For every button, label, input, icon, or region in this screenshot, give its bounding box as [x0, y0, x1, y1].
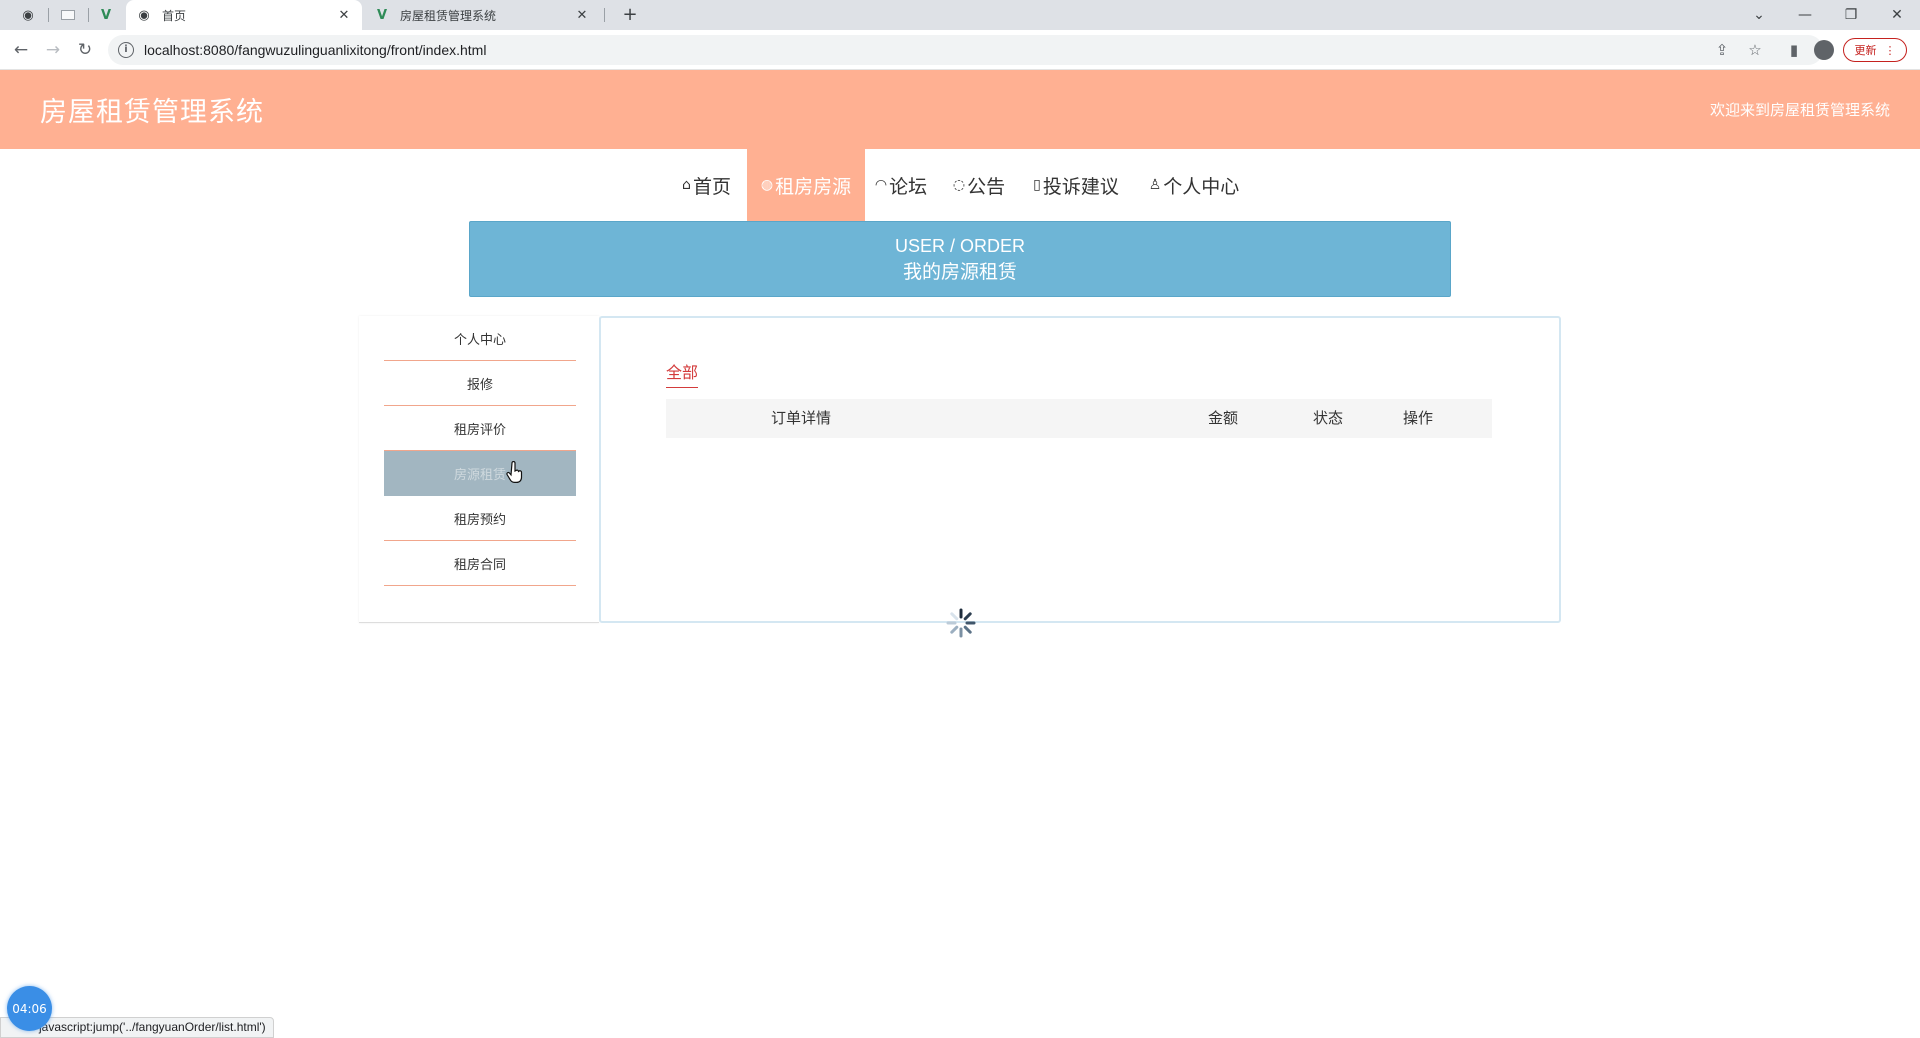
order-table-header: 订单详情 金额 状态 操作 [666, 399, 1492, 438]
url-text[interactable]: localhost:8080/fangwuzulinguanlixitong/f… [144, 42, 486, 58]
forward-button[interactable]: → [40, 38, 66, 62]
minimize-button[interactable]: — [1782, 0, 1828, 30]
nav-announcements[interactable]: ◌ 公告 [948, 149, 1010, 221]
vue-logo-icon[interactable]: V [92, 5, 120, 25]
user-sidebar: 个人中心 报修 租房评价 房源租赁 租房预约 租房合同 [359, 316, 599, 623]
page-banner: USER / ORDER 我的房源租赁 [469, 221, 1451, 297]
file-icon: ▯ [1033, 177, 1041, 193]
home-icon: ⌂ [682, 177, 691, 193]
filter-tab-all[interactable]: 全部 [666, 359, 699, 388]
hand-cursor-icon [506, 461, 523, 483]
address-bar: ← → ↻ i localhost:8080/fangwuzulinguanli… [0, 30, 1920, 70]
tab-separator [88, 8, 89, 22]
nav-label: 租房房源 [775, 175, 852, 198]
dashboard-icon: ◠ [874, 177, 888, 193]
recording-timer-badge[interactable]: 04:06 [7, 986, 52, 1031]
banner-english-title: USER / ORDER [894, 236, 1026, 256]
nav-rental-listings[interactable]: ◍ 租房房源 [747, 149, 865, 221]
globe-icon: ◉ [138, 7, 150, 23]
tab-title: 房屋租赁管理系统 [400, 8, 497, 23]
sidebar-item-rental-review[interactable]: 租房评价 [384, 406, 576, 451]
welcome-text: 欢迎来到房屋租赁管理系统 [1709, 101, 1890, 119]
nav-label: 公告 [967, 175, 1006, 198]
column-header-status: 状态 [1313, 409, 1344, 427]
update-label: 更新 [1854, 44, 1877, 57]
nav-forum[interactable]: ◠ 论坛 [870, 149, 932, 221]
tab-system[interactable]: V 房屋租赁管理系统 ✕ [364, 0, 600, 30]
globe-icon[interactable]: ◉ [14, 5, 42, 25]
sidebar-item-personal-center[interactable]: 个人中心 [384, 316, 576, 361]
nav-personal-center[interactable]: ♙ 个人中心 [1144, 149, 1244, 221]
tab-separator [48, 8, 49, 22]
new-tab-button[interactable]: + [618, 4, 642, 26]
window-close-button[interactable]: ✕ [1874, 0, 1920, 30]
sidebar-item-label: 报修 [466, 377, 493, 393]
vue-logo-icon: V [376, 7, 388, 23]
sidebar-item-listing-rental[interactable]: 房源租赁 [384, 451, 576, 496]
sidebar-item-label: 租房评价 [453, 422, 506, 438]
column-header-actions: 操作 [1403, 409, 1434, 427]
nav-home[interactable]: ⌂ 首页 [673, 149, 740, 221]
main-nav: ⌂ 首页 ◍ 租房房源 ◠ 论坛 ◌ 公告 ▯ 投诉建议 ♙ 个人中心 [0, 149, 1920, 221]
bookmark-star-icon[interactable]: ☆ [1745, 40, 1765, 60]
nav-label: 投诉建议 [1042, 175, 1119, 198]
url-input[interactable]: i localhost:8080/fangwuzulinguanlixitong… [108, 35, 1823, 65]
site-title: 房屋租赁管理系统 [40, 97, 264, 128]
column-header-order-details: 订单详情 [771, 409, 832, 427]
tab-title: 首页 [162, 8, 187, 23]
sidebar-item-label: 租房合同 [453, 557, 506, 573]
sidebar-item-repair[interactable]: 报修 [384, 361, 576, 406]
side-panel-icon[interactable]: ▮ [1784, 40, 1804, 60]
site-info-icon[interactable]: i [118, 42, 134, 58]
tab-separator [604, 8, 605, 22]
loading-spinner-icon [946, 608, 976, 638]
close-icon[interactable]: ✕ [336, 8, 352, 23]
more-menu-icon: ⋮ [1884, 43, 1896, 57]
sidebar-item-rental-appointment[interactable]: 租房预约 [384, 496, 576, 541]
tab-search-icon[interactable]: ⌄ [1736, 0, 1782, 30]
nav-label: 个人中心 [1163, 175, 1240, 198]
sidebar-item-label: 个人中心 [453, 332, 506, 348]
banner-chinese-title: 我的房源租赁 [902, 261, 1017, 283]
column-header-amount: 金额 [1208, 409, 1239, 427]
reload-button[interactable]: ↻ [72, 38, 98, 62]
nav-complaints[interactable]: ▯ 投诉建议 [1026, 149, 1126, 221]
update-button[interactable]: 更新 ⋮ [1843, 38, 1907, 62]
blank-page-icon[interactable] [54, 5, 82, 25]
sidebar-item-label: 房源租赁 [453, 467, 506, 483]
browser-tab-bar: ◉ V ◉ 首页 ✕ V 房屋租赁管理系统 ✕ + ⌄ — ❐ ✕ [0, 0, 1920, 30]
tab-home[interactable]: ◉ 首页 ✕ [126, 0, 362, 30]
sidebar-item-label: 租房预约 [453, 512, 506, 528]
sidebar-item-rental-contract[interactable]: 租房合同 [384, 541, 576, 586]
close-icon[interactable]: ✕ [574, 8, 590, 23]
globe-icon: ◍ [760, 177, 774, 193]
profile-avatar[interactable] [1814, 40, 1834, 60]
nav-label: 论坛 [889, 175, 928, 198]
share-icon[interactable]: ⇪ [1712, 40, 1732, 60]
user-icon: ♙ [1148, 177, 1162, 193]
restore-button[interactable]: ❐ [1828, 0, 1874, 30]
palette-icon: ◌ [952, 177, 966, 193]
back-button[interactable]: ← [8, 38, 34, 62]
order-panel: 全部 订单详情 金额 状态 操作 [599, 316, 1561, 623]
nav-label: 首页 [692, 175, 731, 198]
site-header: 房屋租赁管理系统 欢迎来到房屋租赁管理系统 [0, 70, 1920, 149]
